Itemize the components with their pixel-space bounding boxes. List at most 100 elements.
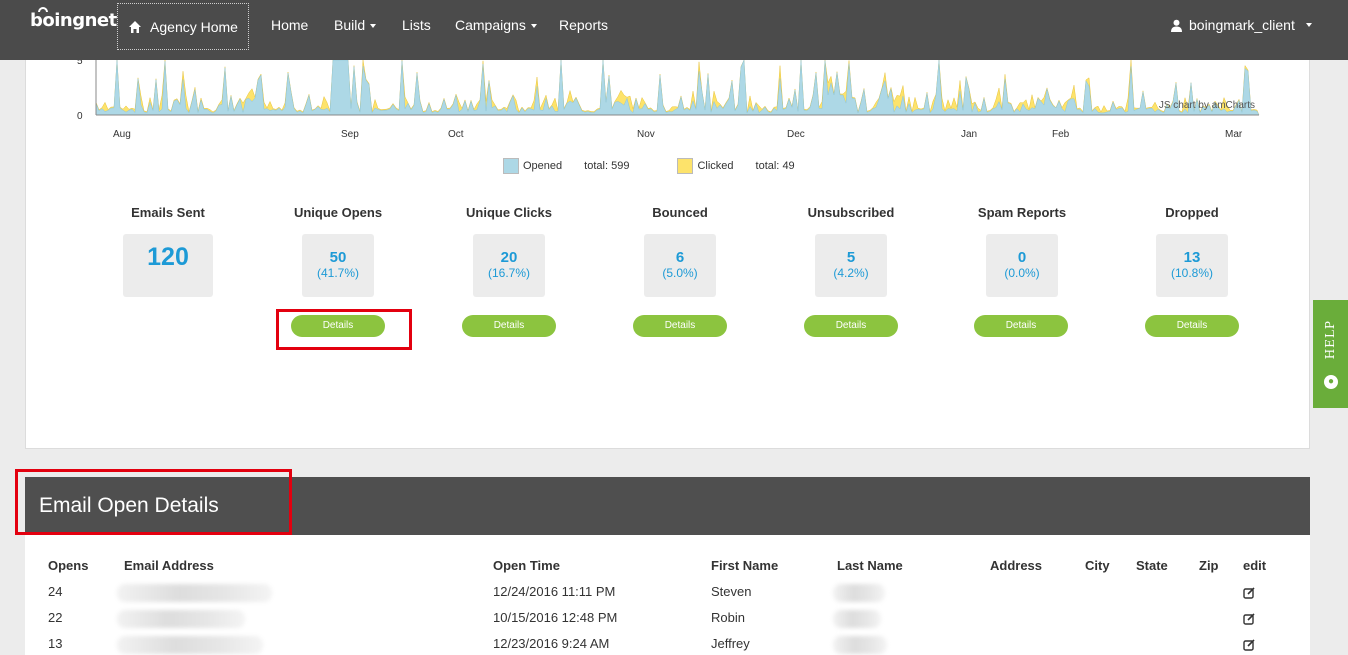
x-ticks: Aug Sep Oct Nov Dec Jan Feb Mar: [113, 129, 1243, 140]
x-tick-label: Mar: [1225, 129, 1243, 140]
edit-icon[interactable]: [1243, 587, 1255, 599]
col-header-opens[interactable]: Opens: [48, 558, 88, 573]
nav-build[interactable]: Build: [334, 17, 377, 33]
stat-value-box: 5 (4.2%): [815, 234, 887, 297]
home-icon: [129, 20, 142, 33]
col-header-edit: edit: [1243, 558, 1267, 573]
redacted-email: [117, 636, 263, 654]
y-tick-label: 5: [77, 60, 83, 67]
stat-value: 120: [147, 243, 189, 271]
help-tab[interactable]: HELP ●: [1313, 300, 1348, 408]
help-key-icon: ●: [1324, 375, 1338, 389]
stat-value-box: 6 (5.0%): [644, 234, 716, 297]
stat-value: 50: [329, 249, 347, 266]
stat-percent: (10.8%): [1170, 266, 1214, 280]
nav-reports[interactable]: Reports: [559, 17, 608, 33]
nav-campaigns[interactable]: Campaigns: [455, 17, 537, 33]
cell-open-time: 12/23/2016 9:24 AM: [493, 636, 610, 651]
nav-home[interactable]: Home: [271, 17, 308, 33]
stat-unique-opens: Unique Opens 50 (41.7%): [263, 205, 413, 297]
caret-down-icon: [530, 24, 537, 29]
redacted-last-name: [833, 584, 885, 602]
redacted-email: [117, 610, 245, 628]
stat-percent: (4.2%): [833, 266, 869, 280]
stat-percent: (0.0%): [1004, 266, 1040, 280]
highlight-box: [276, 309, 412, 350]
top-navbar: boingnet Agency Home Home Build Lists Ca…: [0, 0, 1348, 60]
edit-icon[interactable]: [1243, 613, 1255, 625]
stat-emails-sent: Emails Sent 120: [93, 205, 243, 297]
redacted-email: [117, 584, 272, 602]
stat-value-box: 50 (41.7%): [302, 234, 374, 297]
cell-opens: 22: [48, 610, 63, 625]
y-tick-label: 0: [77, 111, 83, 122]
cell-first-name: Jeffrey: [711, 636, 750, 651]
agency-home-label: Agency Home: [150, 18, 238, 35]
redacted-last-name: [833, 636, 887, 654]
stat-value-box: 13 (10.8%): [1156, 234, 1228, 297]
stat-percent: (5.0%): [662, 266, 698, 280]
cell-first-name: Steven: [711, 584, 752, 599]
bounced-details-button[interactable]: Details: [633, 315, 727, 337]
highlight-box: [15, 469, 292, 535]
stat-label: Unsubscribed: [807, 205, 895, 220]
legend-clicked-label: Clicked: [697, 160, 734, 172]
dropped-details-button[interactable]: Details: [1145, 315, 1239, 337]
x-tick-label: Oct: [448, 129, 464, 140]
stat-unsubscribed: Unsubscribed 5 (4.2%): [776, 205, 926, 297]
spam-reports-details-button[interactable]: Details: [974, 315, 1068, 337]
amcharts-credit[interactable]: JS chart by amCharts: [1159, 100, 1255, 111]
x-tick-label: Nov: [637, 129, 655, 140]
stat-value-box: 0 (0.0%): [986, 234, 1058, 297]
x-tick-label: Jan: [961, 129, 977, 140]
x-tick-label: Sep: [341, 129, 359, 140]
agency-home-button[interactable]: Agency Home: [117, 3, 249, 50]
col-header-first-name[interactable]: First Name: [711, 558, 778, 573]
col-header-city[interactable]: City: [1085, 558, 1110, 573]
stat-value: 0: [1017, 249, 1027, 266]
stat-value: 13: [1183, 249, 1201, 266]
col-header-open-time[interactable]: Open Time: [493, 558, 560, 573]
boingnet-logo[interactable]: boingnet: [30, 7, 117, 31]
clicked-swatch[interactable]: [677, 158, 694, 174]
unsubscribed-details-button[interactable]: Details: [804, 315, 898, 337]
legend-total-label: total:: [584, 160, 609, 172]
cell-open-time: 12/24/2016 11:11 PM: [493, 584, 616, 599]
stat-value-box: 20 (16.7%): [473, 234, 545, 297]
legend-opened-total: 599: [611, 160, 630, 172]
campaign-stats-panel: 5 0 Aug Sep Oct Nov Dec Jan Feb Mar JS chart by…: [25, 60, 1310, 449]
cell-first-name: Robin: [711, 610, 745, 625]
stat-unique-clicks: Unique Clicks 20 (16.7%): [434, 205, 584, 297]
col-header-last-name[interactable]: Last Name: [837, 558, 903, 573]
x-tick-label: Dec: [787, 129, 805, 140]
nav-lists[interactable]: Lists: [402, 17, 431, 33]
col-header-address[interactable]: Address: [990, 558, 1042, 573]
legend-opened-label: Opened: [523, 160, 563, 172]
stat-bounced: Bounced 6 (5.0%): [605, 205, 755, 297]
caret-down-icon: [370, 24, 377, 29]
stat-label: Unique Opens: [293, 205, 383, 220]
caret-down-icon: [1305, 23, 1312, 27]
x-tick-label: Feb: [1052, 129, 1070, 140]
cell-open-time: 10/15/2016 12:48 PM: [493, 610, 618, 625]
col-header-email[interactable]: Email Address: [124, 558, 214, 573]
email-open-details-table: Opens Email Address Open Time First Name…: [25, 535, 1310, 655]
x-tick-label: Aug: [113, 129, 131, 140]
stat-label: Spam Reports: [977, 205, 1067, 220]
stat-spam-reports: Spam Reports 0 (0.0%): [947, 205, 1097, 297]
opened-swatch[interactable]: [503, 158, 519, 174]
stat-label: Emails Sent: [131, 205, 205, 220]
redacted-last-name: [833, 610, 881, 628]
stat-label: Unique Clicks: [466, 205, 552, 220]
opens-clicks-chart: 5 0 Aug Sep Oct Nov Dec Jan Feb Mar: [77, 60, 1260, 140]
col-header-zip[interactable]: Zip: [1199, 558, 1219, 573]
user-menu[interactable]: boingmark_client: [1170, 17, 1312, 33]
user-icon: [1171, 19, 1182, 32]
cell-opens: 13: [48, 636, 63, 651]
col-header-state[interactable]: State: [1136, 558, 1168, 573]
username: boingmark_client: [1189, 17, 1295, 33]
stat-value: 5: [846, 249, 856, 266]
edit-icon[interactable]: [1243, 639, 1255, 651]
unique-clicks-details-button[interactable]: Details: [462, 315, 556, 337]
stat-value-box: 120: [123, 234, 213, 297]
